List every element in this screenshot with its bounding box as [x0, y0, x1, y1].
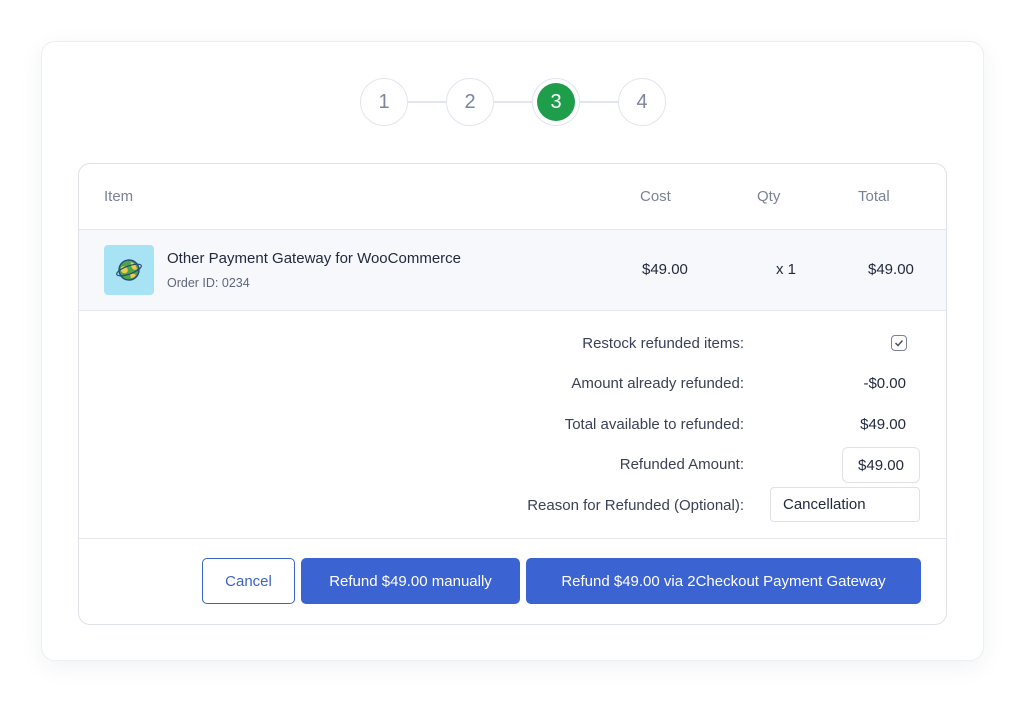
header-cost: Cost — [640, 188, 671, 205]
header-item: Item — [104, 188, 134, 205]
step-2[interactable]: 2 — [446, 78, 494, 126]
step-number: 1 — [378, 90, 390, 113]
qty-value: x 1 — [776, 261, 797, 278]
already-refunded-label: Amount already refunded: — [571, 375, 744, 392]
step-connector — [408, 101, 446, 103]
reason-input[interactable]: Cancellation — [770, 487, 920, 522]
step-3-active[interactable]: 3 — [532, 78, 580, 126]
already-refunded-value: -$0.00 — [863, 375, 906, 392]
step-number: 4 — [636, 90, 648, 113]
refund-amount-input[interactable]: $49.00 — [842, 447, 920, 483]
refund-panel: Item Cost Qty Total Other Payment Gatewa… — [78, 163, 947, 625]
table-row: Other Payment Gateway for WooCommerce Or… — [79, 230, 946, 311]
stepper: 1 2 3 4 — [360, 78, 666, 126]
product-thumbnail — [104, 245, 154, 295]
table-header: Item Cost Qty Total — [79, 164, 946, 230]
refund-amount-label: Refunded Amount: — [619, 456, 744, 473]
restock-checkbox[interactable] — [891, 335, 907, 351]
step-connector — [494, 101, 532, 103]
available-value: $49.00 — [860, 416, 906, 433]
order-id: Order ID: 0234 — [167, 276, 250, 290]
header-qty: Qty — [757, 188, 781, 205]
refund-manually-button[interactable]: Refund $49.00 manually — [301, 558, 520, 604]
product-name: Other Payment Gateway for WooCommerce — [167, 250, 461, 267]
step-1[interactable]: 1 — [360, 78, 408, 126]
refund-via-gateway-button[interactable]: Refund $49.00 via 2Checkout Payment Gate… — [526, 558, 921, 604]
cancel-button[interactable]: Cancel — [202, 558, 295, 604]
total-value: $49.00 — [868, 261, 914, 278]
step-number: 2 — [464, 90, 476, 113]
globe-icon — [116, 259, 142, 281]
step-4[interactable]: 4 — [618, 78, 666, 126]
header-total: Total — [858, 188, 890, 205]
check-icon — [894, 339, 904, 347]
cost-value: $49.00 — [642, 261, 688, 278]
reason-label: Reason for Refunded (Optional): — [527, 497, 744, 514]
restock-label: Restock refunded items: — [582, 335, 744, 352]
refund-summary: Restock refunded items: Amount already r… — [79, 311, 946, 539]
step-connector — [580, 101, 618, 103]
step-number: 3 — [537, 83, 575, 121]
action-bar: Cancel Refund $49.00 manually Refund $49… — [79, 539, 946, 624]
available-label: Total available to refunded: — [564, 416, 744, 433]
